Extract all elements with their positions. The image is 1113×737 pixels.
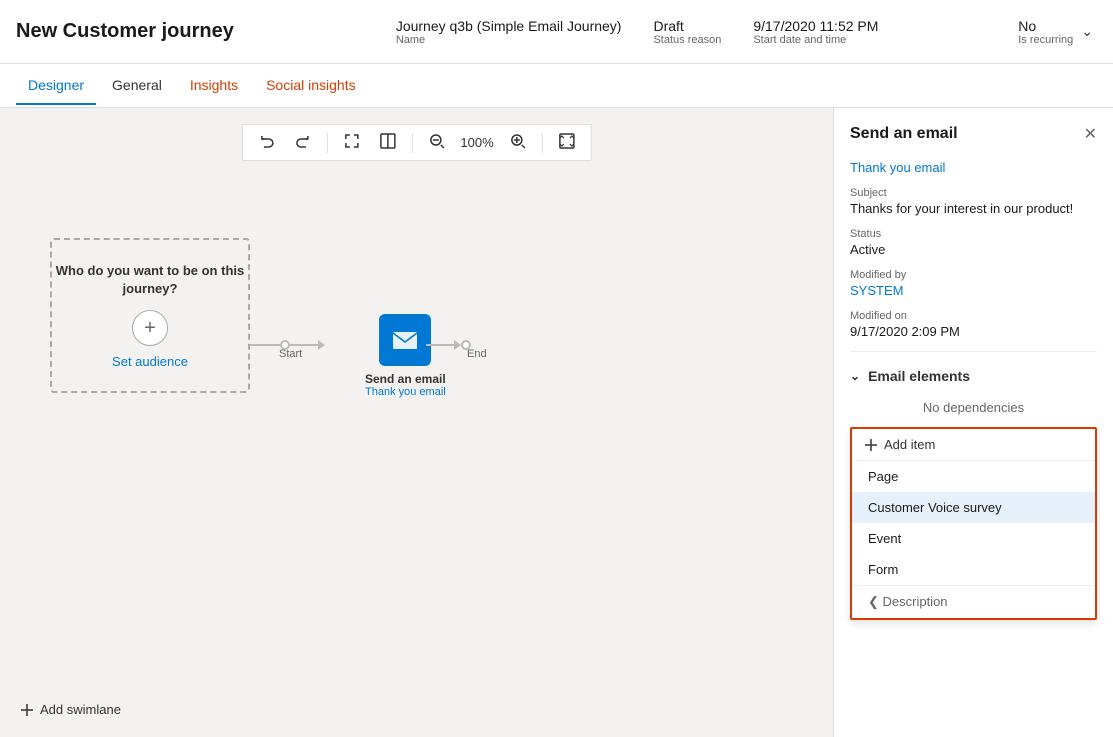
add-item-button[interactable]: Add item xyxy=(852,429,1095,461)
header: New Customer journey Journey q3b (Simple… xyxy=(0,0,1113,64)
modified-on-field: Modified on 9/17/2020 2:09 PM xyxy=(850,310,1097,339)
email-elements-toggle[interactable]: ⌄ Email elements xyxy=(850,360,1097,392)
modified-by-label: Modified by xyxy=(850,269,1097,281)
start-date-value: 9/17/2020 11:52 PM xyxy=(753,18,878,34)
status-reason-value: Draft xyxy=(653,18,683,34)
audience-box[interactable]: Who do you want to be on this journey? +… xyxy=(50,238,250,393)
modified-by-value[interactable]: SYSTEM xyxy=(850,283,1097,298)
fit-view-button[interactable] xyxy=(551,129,583,156)
modified-on-label: Modified on xyxy=(850,310,1097,322)
add-item-icon xyxy=(864,438,878,452)
email-elements-section: ⌄ Email elements No dependencies Add ite… xyxy=(850,360,1097,620)
email-node[interactable]: Send an email Thank you email xyxy=(365,314,446,398)
zoom-in-button[interactable] xyxy=(502,129,534,156)
line-1 xyxy=(250,344,280,346)
toolbar-separator-2 xyxy=(411,133,412,153)
start-date-meta: 9/17/2020 11:52 PM Start date and time xyxy=(753,18,878,46)
status-reason-label: Status reason xyxy=(653,34,721,46)
modified-by-field: Modified by SYSTEM xyxy=(850,269,1097,298)
status-value: Active xyxy=(850,242,1097,257)
set-audience-link[interactable]: Set audience xyxy=(112,354,188,369)
connector-2 xyxy=(426,340,471,350)
no-dependencies-text: No dependencies xyxy=(850,392,1097,427)
audience-prompt-text: Who do you want to be on this journey? xyxy=(52,262,248,298)
add-swimlane-icon xyxy=(20,703,34,717)
email-node-sublabel: Thank you email xyxy=(365,386,446,398)
email-elements-label: Email elements xyxy=(868,368,970,384)
tab-general[interactable]: General xyxy=(100,67,174,105)
zoom-level: 100% xyxy=(456,135,497,150)
status-reason-meta: Draft Status reason xyxy=(653,18,721,46)
zoom-out-button[interactable] xyxy=(420,129,452,156)
split-view-button[interactable] xyxy=(371,129,403,156)
tab-social-insights[interactable]: Social insights xyxy=(254,67,368,105)
start-date-label: Start date and time xyxy=(753,34,846,46)
right-panel: Send an email ✕ Thank you email Subject … xyxy=(833,108,1113,737)
recurring-chevron[interactable]: ⌄ xyxy=(1077,19,1097,44)
plus-icon: + xyxy=(144,318,156,338)
arrow-2 xyxy=(454,340,461,350)
tab-insights[interactable]: Insights xyxy=(178,67,250,105)
add-item-label: Add item xyxy=(884,437,935,452)
section-chevron-icon: ⌄ xyxy=(850,369,860,383)
panel-close-button[interactable]: ✕ xyxy=(1084,124,1097,144)
send-email-node[interactable] xyxy=(379,314,431,366)
panel-title: Send an email xyxy=(850,125,958,143)
journey-name-meta: Journey q3b (Simple Email Journey) Name xyxy=(396,18,622,46)
canvas-area: 100% Who do you want to be on this journ… xyxy=(0,108,833,737)
journey-flow-area: Who do you want to be on this journey? +… xyxy=(30,188,833,687)
subject-field: Subject Thanks for your interest in our … xyxy=(850,187,1097,216)
line-2 xyxy=(290,344,318,346)
toolbar-separator-1 xyxy=(326,133,327,153)
menu-item-page[interactable]: Page xyxy=(852,461,1095,492)
add-item-dropdown: Add item Page Customer Voice survey Even… xyxy=(850,427,1097,620)
header-meta: Journey q3b (Simple Email Journey) Name … xyxy=(256,18,1018,46)
panel-header: Send an email ✕ xyxy=(834,108,1113,152)
panel-divider xyxy=(850,351,1097,352)
arrow-1 xyxy=(318,340,325,350)
add-swimlane-button[interactable]: Add swimlane xyxy=(20,702,121,717)
end-label: End xyxy=(467,348,487,360)
menu-item-customer-voice-survey[interactable]: Customer Voice survey xyxy=(852,492,1095,523)
expand-button[interactable] xyxy=(335,129,367,156)
start-label: Start xyxy=(279,348,302,360)
menu-item-description[interactable]: ❮ Description xyxy=(852,585,1095,618)
recurring-meta: No Is recurring xyxy=(1018,18,1073,46)
panel-body: Thank you email Subject Thanks for your … xyxy=(834,152,1113,737)
recurring-value: No xyxy=(1018,18,1073,34)
line-3 xyxy=(426,344,454,346)
journey-name-label: Name xyxy=(396,34,425,46)
undo-button[interactable] xyxy=(250,129,282,156)
add-swimlane-label: Add swimlane xyxy=(40,702,121,717)
status-field: Status Active xyxy=(850,228,1097,257)
toolbar-separator-3 xyxy=(542,133,543,153)
header-right: No Is recurring ⌄ xyxy=(1018,18,1097,46)
tab-designer[interactable]: Designer xyxy=(16,67,96,105)
journey-name-value: Journey q3b (Simple Email Journey) xyxy=(396,18,622,34)
modified-on-value: 9/17/2020 2:09 PM xyxy=(850,324,1097,339)
main-content: 100% Who do you want to be on this journ… xyxy=(0,108,1113,737)
tab-bar: Designer General Insights Social insight… xyxy=(0,64,1113,108)
subject-label: Subject xyxy=(850,187,1097,199)
status-label: Status xyxy=(850,228,1097,240)
subject-value: Thanks for your interest in our product! xyxy=(850,201,1097,216)
menu-item-event[interactable]: Event xyxy=(852,523,1095,554)
page-title: New Customer journey xyxy=(16,20,256,43)
canvas-toolbar: 100% xyxy=(241,124,591,161)
redo-button[interactable] xyxy=(286,129,318,156)
menu-item-form[interactable]: Form xyxy=(852,554,1095,585)
email-node-label: Send an email xyxy=(365,372,446,386)
email-link[interactable]: Thank you email xyxy=(850,160,1097,175)
audience-plus-button[interactable]: + xyxy=(132,310,168,346)
recurring-label: Is recurring xyxy=(1018,34,1073,46)
